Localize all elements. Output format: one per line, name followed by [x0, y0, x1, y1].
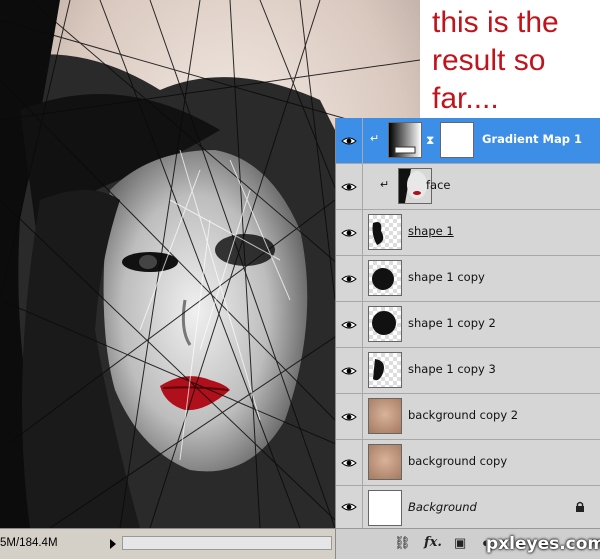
layer-name: shape 1 copy — [408, 270, 485, 284]
eye-icon[interactable] — [336, 210, 363, 255]
layer-row-shape-1-copy-2[interactable]: shape 1 copy 2 — [336, 302, 600, 348]
eye-icon[interactable] — [336, 486, 363, 528]
layer-name: shape 1 copy 3 — [408, 362, 496, 376]
layer-row-shape-1-copy[interactable]: shape 1 copy — [336, 256, 600, 302]
clip-arrow-icon: ↵ — [370, 133, 380, 145]
layer-thumbnail — [368, 260, 402, 296]
layer-name: background copy — [408, 454, 508, 468]
status-menu-arrow-icon[interactable] — [108, 537, 118, 551]
eye-icon[interactable] — [336, 440, 363, 485]
layer-row-face[interactable]: ↵ face — [336, 164, 600, 210]
clip-arrow-icon: ↵ — [380, 179, 390, 191]
eye-icon[interactable] — [336, 164, 363, 209]
eye-icon[interactable] — [336, 256, 363, 301]
layer-name: face — [426, 178, 451, 192]
layer-thumbnail — [368, 352, 402, 388]
layers-panel[interactable]: ↵ ⧗ Gradient Map 1 ↵ face shape 1 shape … — [335, 118, 600, 528]
mask-icon[interactable]: ▣ — [454, 535, 466, 551]
layer-row-shape-1[interactable]: shape 1 — [336, 210, 600, 256]
lock-icon — [575, 500, 585, 518]
link-icon[interactable]: ⧗ — [426, 133, 434, 148]
eye-icon[interactable] — [336, 302, 363, 347]
eye-icon[interactable] — [336, 394, 363, 439]
layer-row-gradient-map[interactable]: ↵ ⧗ Gradient Map 1 — [336, 118, 600, 164]
layer-name: Gradient Map 1 — [482, 132, 582, 146]
layer-thumbnail — [368, 306, 402, 342]
layer-thumbnail — [368, 490, 402, 526]
layer-name: shape 1 — [408, 224, 454, 238]
layer-thumbnail — [368, 214, 402, 250]
fx-icon[interactable]: fx. — [424, 535, 442, 550]
layer-row-background[interactable]: Background — [336, 486, 600, 528]
eye-icon[interactable] — [336, 348, 363, 393]
layer-thumbnail — [368, 444, 402, 480]
watermark: pxleyes.com — [486, 534, 600, 554]
layer-row-shape-1-copy-3[interactable]: shape 1 copy 3 — [336, 348, 600, 394]
layer-mask-thumbnail[interactable] — [440, 122, 474, 158]
result-caption: this is the result so far.... — [432, 6, 559, 115]
layer-name: shape 1 copy 2 — [408, 316, 496, 330]
layer-thumbnail — [368, 398, 402, 434]
layer-name: Background — [408, 500, 477, 514]
status-bar: 5M/184.4M — [0, 528, 335, 559]
link-layers-icon[interactable]: ⛓ — [394, 535, 411, 551]
document-size: 5M/184.4M — [0, 537, 58, 549]
layer-row-background-copy-2[interactable]: background copy 2 — [336, 394, 600, 440]
horizontal-scrollbar[interactable] — [122, 536, 332, 550]
layer-row-background-copy[interactable]: background copy — [336, 440, 600, 486]
eye-icon[interactable] — [336, 118, 363, 163]
adjustment-icon — [388, 122, 422, 158]
layer-name: background copy 2 — [408, 408, 519, 422]
